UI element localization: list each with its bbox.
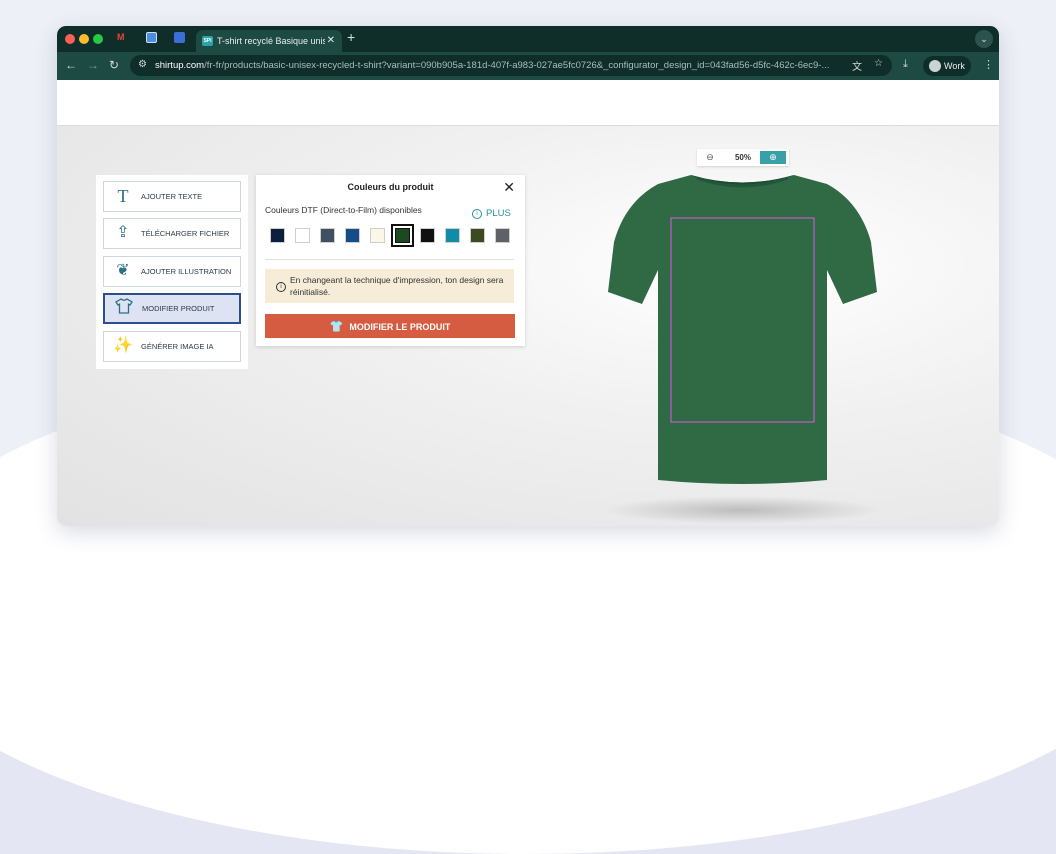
forward-icon[interactable]: →: [87, 58, 99, 72]
zoom-control: ⊖ 50% ⊕: [697, 149, 789, 166]
calendar-tab-icon[interactable]: [146, 32, 157, 43]
warning-text: En changeant la technique d'impression, …: [290, 275, 504, 297]
page-content: T AJOUTER TEXTE ⇪ TÉLÉCHARGER FICHIER ❦ …: [57, 80, 999, 526]
url-host: shirtup.com: [155, 60, 205, 71]
zoom-out-icon[interactable]: ⊖: [700, 151, 720, 164]
cta-label: MODIFIER LE PRODUIT: [349, 322, 451, 332]
translate-icon[interactable]: 文: [852, 58, 862, 73]
avatar: [929, 60, 941, 72]
site-settings-icon[interactable]: ⚙: [138, 59, 147, 70]
tool-label: AJOUTER TEXTE: [141, 192, 203, 201]
tab-search-button[interactable]: ⌄: [975, 30, 993, 48]
magic-wand-icon: ✨: [113, 337, 133, 354]
tool-label: AJOUTER ILLUSTRATION: [141, 267, 232, 276]
close-window-button[interactable]: [65, 34, 75, 44]
minimize-window-button[interactable]: [79, 34, 89, 44]
shirtup-favicon-icon: SPI: [202, 36, 213, 46]
site-header: [57, 80, 999, 126]
new-tab-button[interactable]: +: [347, 29, 355, 45]
panel-title: Couleurs du produit: [347, 182, 434, 192]
tshirt-preview[interactable]: [605, 172, 880, 486]
tshirt-icon: [114, 298, 134, 318]
illustration-icon: ❦: [116, 262, 130, 279]
tool-label: MODIFIER PRODUIT: [142, 304, 215, 313]
color-swatch[interactable]: [320, 228, 335, 243]
profile-button[interactable]: Work: [923, 56, 971, 76]
color-swatch[interactable]: [270, 228, 285, 243]
tool-sidebar: T AJOUTER TEXTE ⇪ TÉLÉCHARGER FICHIER ❦ …: [96, 175, 248, 369]
color-swatch[interactable]: [295, 228, 310, 243]
tool-label: TÉLÉCHARGER FICHIER: [141, 229, 230, 238]
add-illustration-button[interactable]: ❦ AJOUTER ILLUSTRATION: [103, 256, 241, 287]
close-icon[interactable]: ✕: [503, 179, 515, 196]
color-swatch[interactable]: [495, 228, 510, 243]
upload-file-button[interactable]: ⇪ TÉLÉCHARGER FICHIER: [103, 218, 241, 249]
upload-icon: ⇪: [116, 224, 130, 241]
url-path: /fr-fr/products/basic-unisex-recycled-t-…: [204, 60, 830, 71]
panel-subtitle: Couleurs DTF (Direct-to-Film) disponible…: [265, 205, 422, 215]
generate-ai-image-button[interactable]: ✨ GÉNÉRER IMAGE IA: [103, 331, 241, 362]
close-tab-icon[interactable]: ✕: [327, 30, 335, 52]
warning-message: i En changeant la technique d'impression…: [265, 269, 514, 303]
tab-bar: M SPI T-shirt recyclé Basique unise ✕ + …: [57, 26, 999, 52]
download-icon[interactable]: ⤓: [903, 58, 908, 71]
zoom-in-icon[interactable]: ⊕: [760, 151, 786, 164]
modify-product-cta-button[interactable]: 👕 MODIFIER LE PRODUIT: [265, 314, 515, 338]
browser-menu-icon[interactable]: ⋮: [983, 58, 994, 71]
zoom-level: 50%: [734, 153, 751, 162]
profile-label: Work: [944, 61, 965, 71]
modify-product-button[interactable]: MODIFIER PRODUIT: [103, 293, 241, 324]
color-swatch[interactable]: [370, 228, 385, 243]
product-colors-panel: Couleurs du produit ✕ Couleurs DTF (Dire…: [256, 175, 525, 346]
browser-window: M SPI T-shirt recyclé Basique unise ✕ + …: [57, 26, 999, 526]
bookmark-star-icon[interactable]: ☆: [874, 58, 883, 69]
info-icon: i: [472, 209, 482, 219]
divider: [265, 259, 514, 260]
color-swatch[interactable]: [391, 224, 414, 247]
back-icon[interactable]: ←: [65, 58, 77, 72]
add-text-button[interactable]: T AJOUTER TEXTE: [103, 181, 241, 212]
reload-icon[interactable]: ↻: [109, 58, 119, 72]
address-bar[interactable]: ⚙ shirtup.com/fr-fr/products/basic-unise…: [130, 55, 892, 76]
tool-label: GÉNÉRER IMAGE IA: [141, 342, 214, 351]
tab-title: T-shirt recyclé Basique unise: [217, 36, 325, 46]
configurator-stage: T AJOUTER TEXTE ⇪ TÉLÉCHARGER FICHIER ❦ …: [57, 126, 999, 526]
tshirt-body: [608, 175, 877, 484]
tab-active[interactable]: SPI T-shirt recyclé Basique unise ✕: [196, 30, 342, 52]
browser-toolbar: ← → ↻ ⚙ shirtup.com/fr-fr/products/basic…: [57, 52, 999, 80]
docs-tab-icon[interactable]: [174, 32, 185, 43]
color-swatch[interactable]: [420, 228, 435, 243]
more-info-link[interactable]: i PLUS: [472, 208, 511, 219]
tshirt-icon: 👕: [329, 321, 344, 333]
text-icon: T: [117, 186, 129, 206]
more-label: PLUS: [486, 208, 511, 219]
info-icon: i: [276, 282, 286, 292]
shirt-shadow: [602, 496, 882, 524]
color-swatch[interactable]: [470, 228, 485, 243]
gmail-tab-icon[interactable]: M: [117, 32, 128, 43]
color-swatch[interactable]: [445, 228, 460, 243]
maximize-window-button[interactable]: [93, 34, 103, 44]
url-text: shirtup.com/fr-fr/products/basic-unisex-…: [155, 55, 845, 76]
color-swatch[interactable]: [345, 228, 360, 243]
